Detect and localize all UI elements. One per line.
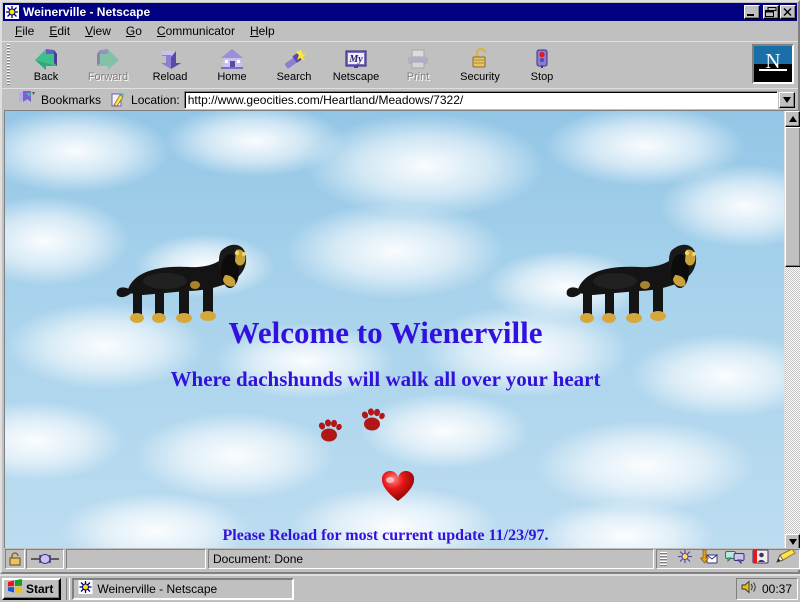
speaker-volume-icon[interactable]: [741, 580, 757, 599]
scroll-up-arrow-icon[interactable]: [785, 111, 800, 127]
bookmark-ribbon-icon: [17, 90, 37, 111]
progress-bar: [66, 549, 206, 569]
forward-label: Forward: [87, 71, 129, 83]
window-title: Weinerville - Netscape: [23, 5, 151, 19]
menu-view[interactable]: View: [78, 22, 119, 40]
taskbar-item-weinerville[interactable]: Weinerville - Netscape: [72, 578, 295, 600]
title-bar[interactable]: Weinerville - Netscape: [3, 3, 797, 21]
menu-file[interactable]: File: [8, 22, 42, 40]
window-controls: [744, 5, 796, 19]
my-netscape-icon: My: [342, 46, 370, 70]
system-tray: 00:37: [735, 578, 798, 600]
netscape-page-icon: [78, 579, 93, 599]
my-netscape-label: Netscape: [332, 71, 380, 83]
toolbar-grip[interactable]: [4, 44, 13, 86]
scroll-track[interactable]: [785, 127, 800, 534]
content-area: Welcome to Wienerville Where dachshunds …: [4, 110, 800, 550]
start-label: Start: [26, 582, 54, 596]
stop-label: Stop: [530, 71, 554, 83]
desktop: Weinerville - Netscape File Edit View Go…: [0, 0, 800, 602]
status-message-area: Document: Done: [208, 549, 654, 569]
forward-button[interactable]: Forward: [77, 44, 139, 86]
component-bar-grip[interactable]: [660, 552, 667, 566]
status-bar: Document: Done: [4, 548, 800, 570]
search-label: Search: [276, 71, 312, 83]
forward-arrow-icon: [94, 46, 122, 70]
search-flashlight-icon: [280, 46, 308, 70]
security-label: Security: [460, 71, 500, 83]
back-arrow-icon: [32, 46, 60, 70]
network-connection-icon[interactable]: [26, 549, 64, 569]
stop-button[interactable]: Stop: [511, 44, 573, 86]
netscape-N-logo[interactable]: N: [752, 44, 794, 84]
home-icon: [218, 46, 246, 70]
status-message: Document: Done: [213, 552, 304, 566]
discussions-icon[interactable]: [725, 549, 745, 569]
page-canvas[interactable]: Welcome to Wienerville Where dachshunds …: [5, 111, 784, 550]
minimize-button[interactable]: [744, 5, 760, 19]
print-label: Print: [406, 71, 430, 83]
taskbar: Start Weinerville - Netscape 00:37: [0, 574, 800, 602]
menu-help[interactable]: Help: [243, 22, 283, 40]
reload-notice: Please Reload for most current update 11…: [222, 527, 549, 544]
composer-pencil-icon[interactable]: [776, 548, 796, 569]
svg-text:My: My: [348, 54, 363, 65]
location-toolbar: Bookmarks Location: http://www.geocities…: [2, 88, 798, 111]
reload-label: Reload: [152, 71, 188, 83]
padlock-open-icon: [466, 46, 494, 70]
my-netscape-button[interactable]: My Netscape: [325, 44, 387, 86]
component-bar: [656, 548, 800, 569]
padlock-icon[interactable]: [5, 549, 25, 569]
url-input[interactable]: http://www.geocities.com/Heartland/Meado…: [183, 91, 778, 109]
netscape-page-icon: [5, 5, 19, 19]
print-button[interactable]: Print: [387, 44, 449, 86]
page-text-layer: Welcome to Wienerville Where dachshunds …: [5, 111, 784, 550]
taskbar-item-label: Weinerville - Netscape: [97, 582, 218, 596]
taskbar-clock[interactable]: 00:37: [762, 582, 792, 596]
menu-communicator[interactable]: Communicator: [150, 22, 243, 40]
browser-window: Weinerville - Netscape File Edit View Go…: [0, 0, 800, 574]
vertical-scroll-thumb[interactable]: [785, 127, 800, 267]
traffic-light-stop-icon: [528, 46, 556, 70]
back-button[interactable]: Back: [15, 44, 77, 86]
close-button[interactable]: [780, 5, 796, 19]
location-label: Location:: [131, 93, 180, 107]
taskbar-divider: [66, 578, 71, 600]
page-subtitle: Where dachshunds will walk all over your…: [170, 367, 601, 391]
vertical-scrollbar[interactable]: [784, 111, 800, 550]
printer-icon: [404, 46, 432, 70]
search-button[interactable]: Search: [263, 44, 325, 86]
start-button[interactable]: Start: [2, 578, 62, 600]
menu-go[interactable]: Go: [119, 22, 150, 40]
back-label: Back: [33, 71, 59, 83]
reload-button[interactable]: Reload: [139, 44, 201, 86]
reload-icon: [156, 46, 184, 70]
security-button[interactable]: Security: [449, 44, 511, 86]
bookmarks-button[interactable]: Bookmarks: [17, 90, 107, 111]
mailbox-inbox-icon[interactable]: [699, 549, 719, 569]
bookmarks-label: Bookmarks: [41, 93, 102, 107]
home-label: Home: [217, 71, 247, 83]
navigator-icon[interactable]: [677, 549, 693, 569]
restore-button[interactable]: [763, 5, 779, 19]
menu-bar: File Edit View Go Communicator Help: [2, 21, 798, 41]
windows-flag-icon: [7, 579, 23, 599]
chevron-down-icon[interactable]: [779, 92, 795, 108]
page-quill-icon: [109, 92, 127, 108]
page-title: Welcome to Wienerville: [228, 315, 543, 350]
menu-edit[interactable]: Edit: [42, 22, 78, 40]
address-book-icon[interactable]: [752, 549, 769, 569]
home-button[interactable]: Home: [201, 44, 263, 86]
navigation-toolbar: Back Forward Reload Home Search My Netsc…: [2, 41, 798, 88]
url-text: http://www.geocities.com/Heartland/Meado…: [187, 93, 464, 107]
